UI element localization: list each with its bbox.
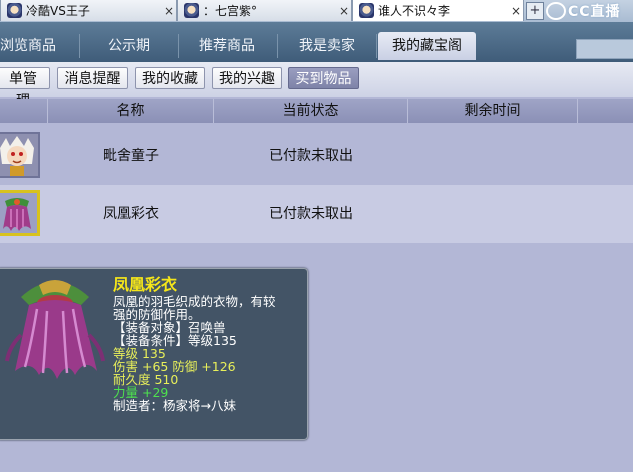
message-alert-button[interactable]: 消息提醒 xyxy=(57,67,128,89)
avatar-icon xyxy=(7,3,22,18)
main-nav: 浏览商品 公示期 推荐商品 我是卖家 我的藏宝阁 xyxy=(0,22,633,62)
col-name: 名称 xyxy=(48,99,214,123)
search-input[interactable] xyxy=(576,39,633,59)
item-name: 凤凰彩衣 xyxy=(103,206,159,222)
logo-text: CC直播 xyxy=(568,4,621,20)
browser-tab-title: 冷酷VS王子 xyxy=(26,4,90,18)
tooltip-item-name: 凤凰彩衣 xyxy=(113,275,178,294)
browser-tab-1[interactable]: 冷酷VS王子 × xyxy=(0,0,177,21)
table-row[interactable]: 毗舍童子 已付款未取出 xyxy=(0,127,633,185)
item-time xyxy=(408,185,578,243)
avatar-icon xyxy=(359,3,374,18)
item-time xyxy=(408,127,578,185)
close-icon[interactable]: × xyxy=(337,4,351,18)
phoenix-robe-image xyxy=(5,280,105,379)
item-name: 毗舍童子 xyxy=(103,148,159,164)
item-status: 已付款未取出 xyxy=(269,148,353,164)
chat-bubble-icon xyxy=(546,2,566,20)
tab-seller[interactable]: 我是卖家 xyxy=(279,32,375,60)
tooltip-maker: 制造者：杨家将→八妹 xyxy=(113,398,236,413)
tab-recommended[interactable]: 推荐商品 xyxy=(180,32,274,60)
tab-my-treasure[interactable]: 我的藏宝阁 xyxy=(378,32,476,60)
browser-tab-3[interactable]: 谁人不识々李 × xyxy=(352,0,524,21)
item-tooltip: 凤凰彩衣 凤凰的羽毛织成的衣物，有较 强的防御作用。 【装备对象】召唤兽 【装备… xyxy=(0,268,308,440)
close-icon[interactable]: × xyxy=(509,4,523,18)
tooltip-text: 凤凰彩衣 凤凰的羽毛织成的衣物，有较 强的防御作用。 【装备对象】召唤兽 【装备… xyxy=(113,275,303,412)
tab-browse[interactable]: 浏览商品 xyxy=(0,32,60,60)
close-icon[interactable]: × xyxy=(162,4,176,18)
col-time: 剩余时间 xyxy=(408,99,578,123)
avatar-icon xyxy=(184,3,199,18)
browser-tab-strip: 冷酷VS王子 × ：七宫紫° × 谁人不识々李 × + CC直播 xyxy=(0,0,633,23)
bought-items-button[interactable]: 买到物品 xyxy=(288,67,359,89)
order-manage-button[interactable]: 单管理 xyxy=(0,67,50,109)
my-interests-button[interactable]: 我的兴趣 xyxy=(212,67,282,89)
col-status: 当前状态 xyxy=(214,99,408,123)
table-header: 名称 当前状态 剩余时间 xyxy=(0,99,633,123)
child-character-icon xyxy=(0,134,38,176)
item-status: 已付款未取出 xyxy=(269,206,353,222)
item-thumbnail[interactable] xyxy=(0,190,40,236)
new-tab-button[interactable]: + xyxy=(526,2,544,20)
sub-nav: 单管理 消息提醒 我的收藏 我的兴趣 买到物品 xyxy=(0,62,633,109)
my-favorites-button[interactable]: 我的收藏 xyxy=(135,67,205,89)
browser-tab-title: ：七宫紫° xyxy=(203,4,258,18)
table-row[interactable]: 凤凰彩衣 已付款未取出 xyxy=(0,185,633,243)
tab-public[interactable]: 公示期 xyxy=(82,32,176,60)
cc-live-logo[interactable]: CC直播 xyxy=(546,1,621,21)
browser-tab-2[interactable]: ：七宫紫° × xyxy=(177,0,352,21)
browser-tab-title: 谁人不识々李 xyxy=(378,4,451,18)
col-icon xyxy=(0,99,48,123)
item-thumbnail[interactable] xyxy=(0,132,40,178)
phoenix-robe-icon xyxy=(0,193,37,233)
